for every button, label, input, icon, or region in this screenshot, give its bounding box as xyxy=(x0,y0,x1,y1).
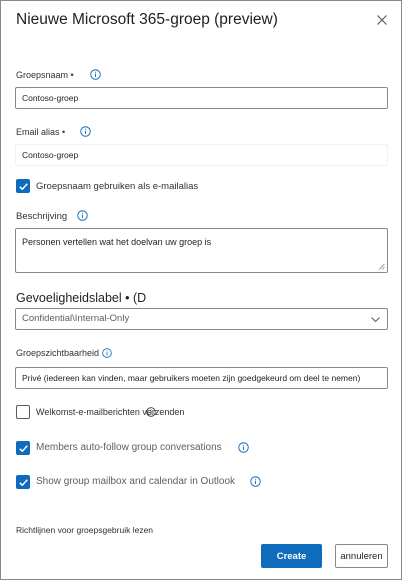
sensitivity-label: Gevoeligheidslabel • (D xyxy=(16,291,147,305)
use-group-name-checkbox[interactable] xyxy=(16,179,30,193)
group-name-input[interactable]: Contoso-groep xyxy=(15,87,388,109)
checkmark-icon xyxy=(18,182,28,190)
info-icon[interactable] xyxy=(77,210,88,221)
new-group-dialog: Nieuwe Microsoft 365-groep (preview) Gro… xyxy=(0,0,402,580)
show-mailbox-label: Show group mailbox and calendar in Outlo… xyxy=(36,476,236,487)
info-icon[interactable] xyxy=(90,69,101,80)
description-textarea[interactable]: Personen vertellen wat het doelvan uw gr… xyxy=(15,228,388,273)
guidelines-link[interactable]: Richtlijnen voor groepsgebruik lezen xyxy=(16,525,153,535)
dialog-title: Nieuwe Microsoft 365-groep (preview) xyxy=(16,11,278,28)
use-group-name-label: Groepsnaam gebruiken als e-mailalias xyxy=(36,181,199,192)
welcome-email-checkbox[interactable] xyxy=(16,405,30,419)
checkmark-icon xyxy=(18,444,28,452)
privacy-selected-value: Privé (iedereen kan vinden, maar gebruik… xyxy=(22,373,361,383)
info-icon[interactable] xyxy=(238,442,249,453)
info-icon[interactable] xyxy=(80,126,91,137)
chevron-down-icon xyxy=(371,317,380,323)
sensitivity-dropdown[interactable]: Confidential\Internal-Only xyxy=(15,308,388,330)
privacy-label: Groepszichtbaarheid xyxy=(16,348,100,358)
info-icon[interactable] xyxy=(102,348,112,358)
checkmark-icon xyxy=(18,478,28,486)
privacy-dropdown[interactable]: Privé (iedereen kan vinden, maar gebruik… xyxy=(15,367,388,389)
email-alias-label: Email alias • xyxy=(16,127,66,137)
sensitivity-selected-value: Confidential\Internal-Only xyxy=(22,313,130,324)
resize-grip-icon[interactable] xyxy=(378,263,385,270)
description-label: Beschrijving xyxy=(16,211,68,222)
email-alias-input[interactable]: Contoso-groep xyxy=(15,144,388,166)
group-name-label: Groepsnaam • xyxy=(16,70,74,80)
close-icon xyxy=(377,15,387,25)
info-icon[interactable] xyxy=(146,407,156,417)
auto-follow-label: Members auto-follow group conversations xyxy=(36,442,222,453)
show-mailbox-checkbox[interactable] xyxy=(16,475,30,489)
info-icon[interactable] xyxy=(250,476,261,487)
close-button[interactable] xyxy=(372,10,392,30)
welcome-email-label: Welkomst-e-mailberichten verzenden xyxy=(36,407,185,417)
description-text: Personen vertellen wat het doelvan uw gr… xyxy=(22,237,212,247)
cancel-button[interactable]: annuleren xyxy=(335,544,388,568)
create-button[interactable]: Create xyxy=(261,544,322,568)
auto-follow-checkbox[interactable] xyxy=(16,441,30,455)
